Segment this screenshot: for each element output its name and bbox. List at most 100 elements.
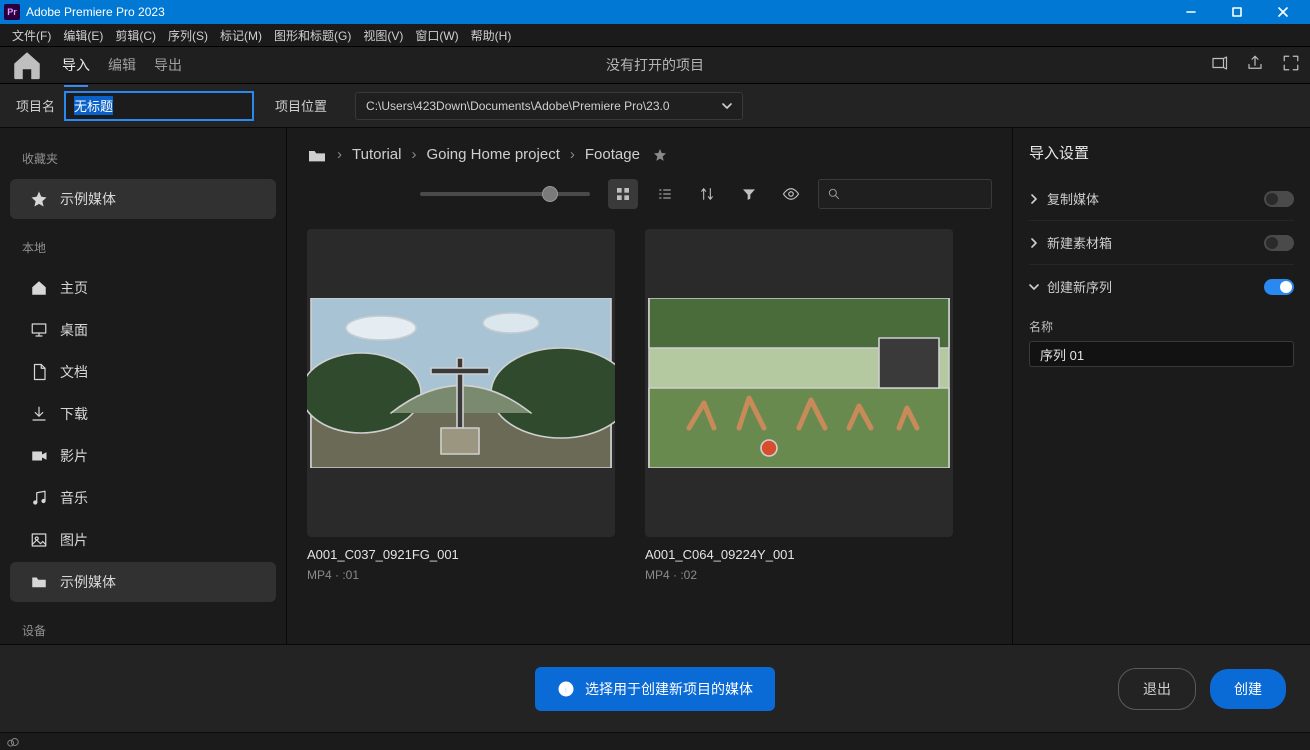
sidebar-local-desktop[interactable]: 桌面 xyxy=(10,310,276,350)
toggle-copy-media[interactable] xyxy=(1264,191,1294,207)
menu-edit[interactable]: 编辑(E) xyxy=(57,25,109,46)
search-input[interactable] xyxy=(818,179,992,209)
sidebar-fav-label: 示例媒体 xyxy=(60,189,116,209)
menu-clip[interactable]: 剪辑(C) xyxy=(109,25,162,46)
clip-thumbnail xyxy=(307,229,615,537)
sidebar-item-label: 下载 xyxy=(60,404,88,424)
sidebar: 收藏夹 示例媒体 本地 主页 桌面 文档 下载 影片 音乐 图片 示例媒体 设备 xyxy=(0,128,287,644)
info-text: 选择用于创建新项目的媒体 xyxy=(585,679,753,699)
menu-sequence[interactable]: 序列(S) xyxy=(162,25,214,46)
setting-label: 创建新序列 xyxy=(1047,277,1112,296)
minimize-button[interactable] xyxy=(1168,0,1214,24)
sidebar-item-label: 桌面 xyxy=(60,320,88,340)
list-view-button[interactable] xyxy=(650,179,680,209)
breadcrumb: › Tutorial › Going Home project › Footag… xyxy=(287,128,1012,173)
setting-label: 复制媒体 xyxy=(1047,189,1099,208)
tab-import[interactable]: 导入 xyxy=(62,49,90,81)
browser-toolbar xyxy=(287,173,1012,223)
app-title: Adobe Premiere Pro 2023 xyxy=(26,5,1168,19)
breadcrumb-sep: › xyxy=(337,146,342,163)
project-name-input[interactable] xyxy=(65,92,253,120)
desktop-icon xyxy=(30,321,48,339)
thumbnail-image xyxy=(307,298,615,468)
thumbnail-image xyxy=(645,298,953,468)
project-location-select[interactable]: C:\Users\423Down\Documents\Adobe\Premier… xyxy=(355,92,743,120)
menu-marker[interactable]: 标记(M) xyxy=(214,25,268,46)
download-icon xyxy=(30,405,48,423)
project-row: 项目名 项目位置 C:\Users\423Down\Documents\Adob… xyxy=(0,84,1310,128)
sequence-name-input[interactable] xyxy=(1029,341,1294,367)
star-outline-icon[interactable] xyxy=(650,147,670,163)
menu-bar: 文件(F) 编辑(E) 剪辑(C) 序列(S) 标记(M) 图形和标题(G) 视… xyxy=(0,24,1310,46)
home-icon xyxy=(30,279,48,297)
sidebar-local-music[interactable]: 音乐 xyxy=(10,478,276,518)
sidebar-local-downloads[interactable]: 下载 xyxy=(10,394,276,434)
fullscreen-icon[interactable] xyxy=(1282,54,1300,77)
clip-subtitle: MP4 · :01 xyxy=(307,568,615,582)
menu-file[interactable]: 文件(F) xyxy=(6,25,57,46)
menu-help[interactable]: 帮助(H) xyxy=(465,25,518,46)
toggle-create-sequence[interactable] xyxy=(1264,279,1294,295)
sidebar-local-pictures[interactable]: 图片 xyxy=(10,520,276,560)
folder-open-icon[interactable] xyxy=(307,147,327,163)
sidebar-fav-sample-media[interactable]: 示例媒体 xyxy=(10,179,276,219)
crumb-2[interactable]: Going Home project xyxy=(426,146,559,163)
search-icon xyxy=(827,187,841,201)
import-settings-title: 导入设置 xyxy=(1029,142,1294,163)
preview-button[interactable] xyxy=(776,179,806,209)
quick-export-icon[interactable] xyxy=(1210,54,1228,77)
info-banner: i 选择用于创建新项目的媒体 xyxy=(535,667,775,711)
setting-new-bin[interactable]: 新建素材箱 xyxy=(1029,221,1294,265)
menu-view[interactable]: 视图(V) xyxy=(357,25,409,46)
cloud-icon[interactable] xyxy=(6,735,20,749)
chevron-right-icon xyxy=(1029,194,1039,204)
thumbnail-size-slider[interactable] xyxy=(420,192,590,196)
media-clip[interactable]: A001_C037_0921FG_001 MP4 · :01 xyxy=(307,229,615,638)
menu-window[interactable]: 窗口(W) xyxy=(409,25,464,46)
sidebar-local-documents[interactable]: 文档 xyxy=(10,352,276,392)
svg-text:i: i xyxy=(565,683,568,695)
crumb-1[interactable]: Tutorial xyxy=(352,146,401,163)
setting-create-sequence[interactable]: 创建新序列 xyxy=(1029,265,1294,308)
setting-copy-media[interactable]: 复制媒体 xyxy=(1029,177,1294,221)
clip-thumbnail xyxy=(645,229,953,537)
chevron-right-icon xyxy=(1029,238,1039,248)
video-icon xyxy=(30,447,48,465)
crumb-3[interactable]: Footage xyxy=(585,146,640,163)
chevron-down-icon xyxy=(1029,282,1039,292)
project-location-value: C:\Users\423Down\Documents\Adobe\Premier… xyxy=(366,99,669,113)
filter-button[interactable] xyxy=(734,179,764,209)
file-icon xyxy=(30,363,48,381)
music-icon xyxy=(30,489,48,507)
menu-graphics[interactable]: 图形和标题(G) xyxy=(268,25,357,46)
media-grid: A001_C037_0921FG_001 MP4 · :01 A001_C064… xyxy=(287,223,1012,644)
clip-title: A001_C064_09224Y_001 xyxy=(645,547,953,562)
app-icon: Pr xyxy=(4,4,20,20)
media-clip[interactable]: A001_C064_09224Y_001 MP4 · :02 xyxy=(645,229,953,638)
tab-export[interactable]: 导出 xyxy=(154,49,182,81)
close-button[interactable] xyxy=(1260,0,1306,24)
local-title: 本地 xyxy=(0,233,286,266)
clip-title: A001_C037_0921FG_001 xyxy=(307,547,615,562)
grid-view-button[interactable] xyxy=(608,179,638,209)
create-button[interactable]: 创建 xyxy=(1210,669,1286,709)
maximize-button[interactable] xyxy=(1214,0,1260,24)
share-icon[interactable] xyxy=(1246,54,1264,77)
sidebar-local-videos[interactable]: 影片 xyxy=(10,436,276,476)
sort-button[interactable] xyxy=(692,179,722,209)
status-bar xyxy=(0,732,1310,750)
sidebar-local-home[interactable]: 主页 xyxy=(10,268,276,308)
favorites-title: 收藏夹 xyxy=(0,144,286,177)
sidebar-item-label: 音乐 xyxy=(60,488,88,508)
toggle-new-bin[interactable] xyxy=(1264,235,1294,251)
home-button[interactable] xyxy=(10,51,44,79)
sidebar-item-label: 文档 xyxy=(60,362,88,382)
exit-button[interactable]: 退出 xyxy=(1118,668,1196,710)
tab-edit[interactable]: 编辑 xyxy=(108,49,136,81)
folder-icon xyxy=(30,573,48,591)
setting-label: 新建素材箱 xyxy=(1047,233,1112,252)
import-settings-panel: 导入设置 复制媒体 新建素材箱 创建新序列 名称 xyxy=(1012,128,1310,644)
main-area: 收藏夹 示例媒体 本地 主页 桌面 文档 下载 影片 音乐 图片 示例媒体 设备… xyxy=(0,128,1310,644)
sidebar-local-sample-media[interactable]: 示例媒体 xyxy=(10,562,276,602)
project-location-label: 项目位置 xyxy=(275,96,327,115)
